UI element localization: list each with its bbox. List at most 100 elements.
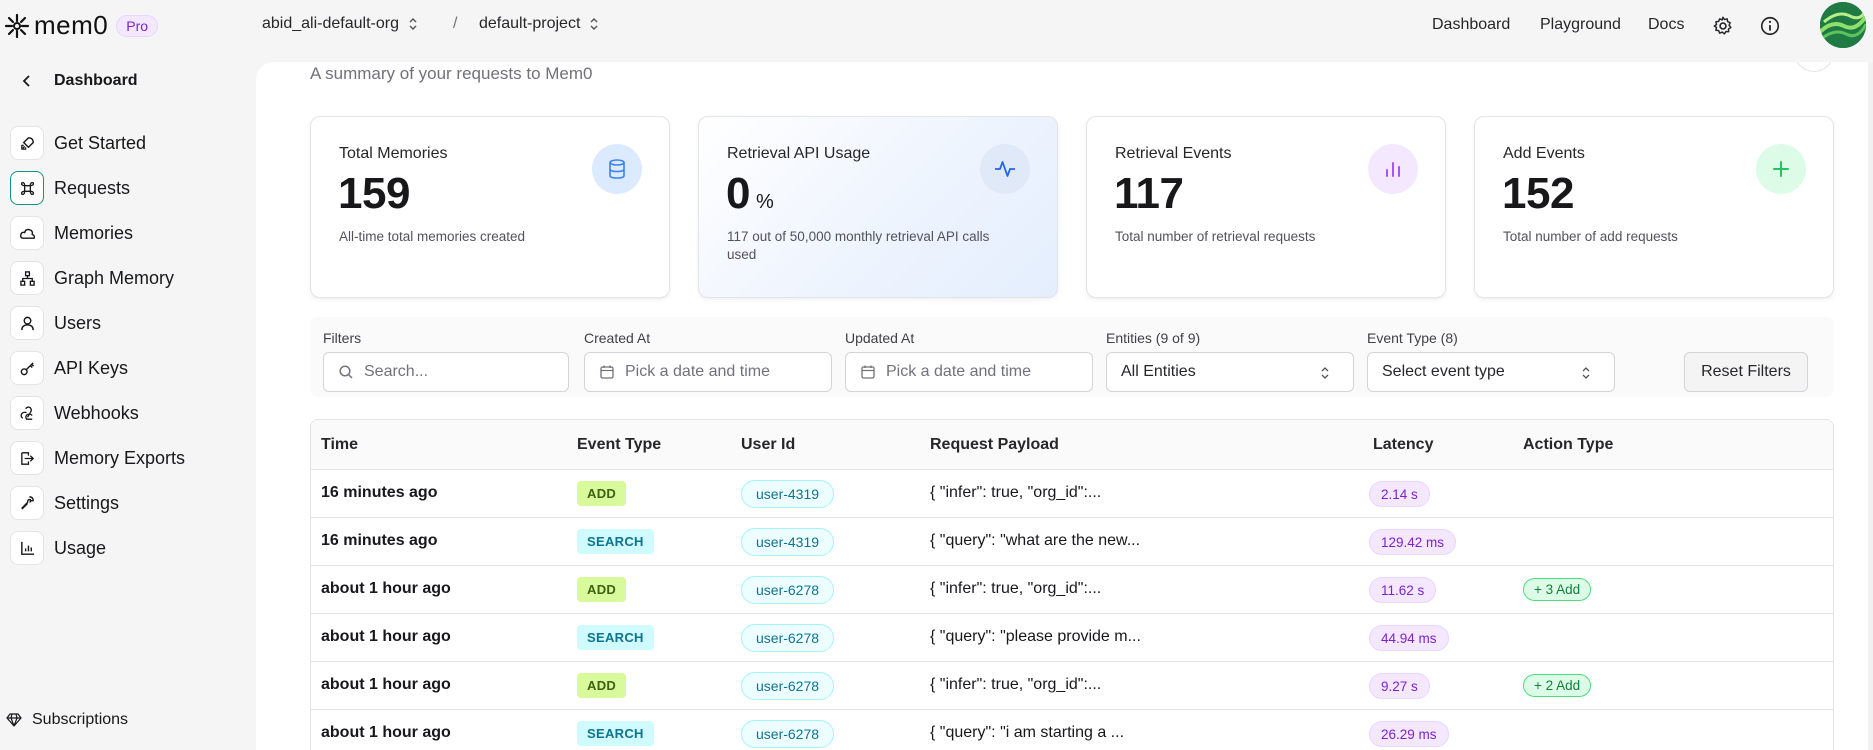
sidebar-item-memory-exports[interactable]: Memory Exports [10,440,250,476]
cell-time: about 1 hour ago [321,676,451,693]
cell-payload: { "infer": true, "org_id":... [930,580,1102,597]
column-header-event-type[interactable]: Event Type [577,436,661,454]
entities-label: Entities (9 of 9) [1106,330,1201,346]
event-type-label: Event Type (8) [1367,330,1458,346]
plus-icon [1756,144,1806,194]
subscriptions-link[interactable]: Subscriptions [6,711,128,729]
nav-link-dashboard[interactable]: Dashboard [1432,16,1510,34]
event-type-badge: SEARCH [577,529,654,554]
cell-payload: { "infer": true, "org_id":... [930,484,1102,501]
created-at-picker[interactable]: Pick a date and time [584,352,832,392]
created-at-placeholder: Pick a date and time [625,363,770,380]
updated-at-picker[interactable]: Pick a date and time [845,352,1093,392]
info-icon[interactable] [1759,15,1781,37]
gear-icon[interactable] [1712,15,1734,37]
entities-value: All Entities [1121,363,1196,380]
event-type-badge: ADD [577,481,627,506]
page-subtitle: A summary of your requests to Mem0 [310,64,593,83]
export-icon [10,441,44,475]
cell-time: about 1 hour ago [321,724,451,741]
updated-at-label: Updated At [845,330,915,346]
card-description: Total number of retrieval requests [1115,229,1316,244]
table-row[interactable]: about 1 hour ago ADD user-6278 { "infer"… [311,566,1833,614]
sidebar-item-requests[interactable]: Requests [10,170,250,206]
sidebar-item-label: API Keys [54,357,129,378]
column-header-action-type[interactable]: Action Type [1523,436,1613,454]
sidebar-item-label: Get Started [54,132,147,153]
brand-logo[interactable]: mem0 Pro [4,10,159,41]
chevron-up-down-icon [1582,367,1590,379]
table-header: Time Event Type User Id Request Payload … [311,420,1833,470]
back-to-dashboard[interactable]: Dashboard [20,72,138,90]
user-id-pill[interactable]: user-4319 [741,528,835,556]
sidebar-item-webhooks[interactable]: Webhooks [10,395,250,431]
sidebar-item-get-started[interactable]: Get Started [10,125,250,161]
cloud-icon [10,216,44,250]
project-switcher[interactable]: default-project [479,15,599,33]
database-icon [592,144,642,194]
cell-payload: { "query": "i am starting a ... [930,724,1125,741]
reset-filters-button[interactable]: Reset Filters [1684,352,1808,392]
entities-select[interactable]: All Entities [1106,352,1354,392]
user-id-pill[interactable]: user-6278 [741,672,835,700]
user-id-pill[interactable]: user-6278 [741,576,835,604]
nav-link-docs[interactable]: Docs [1648,16,1684,34]
sidebar-item-label: Usage [54,537,107,558]
sidebar-item-usage[interactable]: Usage [10,530,250,566]
event-type-select[interactable]: Select event type [1367,352,1615,392]
table-row[interactable]: 16 minutes ago ADD user-4319 { "infer": … [311,470,1833,518]
column-header-latency[interactable]: Latency [1373,436,1433,454]
bar-chart-icon [1368,144,1418,194]
stat-card-add-events: Add Events 152 Total number of add reque… [1474,116,1834,298]
wrench-icon [10,486,44,520]
sidebar-item-settings[interactable]: Settings [10,485,250,521]
column-header-user-id[interactable]: User Id [741,436,795,454]
latency-pill: 44.94 ms [1369,625,1449,651]
sidebar-item-graph-memory[interactable]: Graph Memory [10,260,250,296]
column-header-request-payload[interactable]: Request Payload [930,436,1059,454]
cell-time: 16 minutes ago [321,532,438,549]
calendar-icon [861,365,875,379]
user-avatar[interactable] [1820,2,1866,48]
card-title: Add Events [1503,145,1585,162]
card-description: All-time total memories created [339,229,526,244]
sidebar-item-users[interactable]: Users [10,305,250,341]
user-id-pill[interactable]: user-6278 [741,720,835,748]
filters-label: Filters [323,330,362,346]
plan-badge: Pro [116,14,159,37]
stat-card-retrieval-events: Retrieval Events 117 Total number of ret… [1086,116,1446,298]
breadcrumb-separator: / [453,15,458,32]
sidebar-item-label: Settings [54,492,120,513]
table-row[interactable]: about 1 hour ago ADD user-6278 { "infer"… [311,662,1833,710]
gem-icon [6,713,22,727]
chevron-left-icon [22,75,30,87]
card-title: Retrieval API Usage [727,145,871,162]
cell-time: 16 minutes ago [321,484,438,501]
nav-link-playground[interactable]: Playground [1540,16,1621,34]
page-scrollbar[interactable] [1868,62,1873,750]
sidebar-item-api-keys[interactable]: API Keys [10,350,250,386]
latency-pill: 2.14 s [1369,481,1430,507]
latency-pill: 11.62 s [1369,577,1437,603]
latency-pill: 9.27 s [1369,673,1430,699]
header-action-button[interactable] [1794,62,1834,72]
search-placeholder: Search... [364,363,429,380]
table-row[interactable]: about 1 hour ago SEARCH user-6278 { "que… [311,614,1833,662]
column-header-time[interactable]: Time [321,436,358,454]
search-input[interactable]: Search... [323,352,569,392]
action-type-pill: + 2 Add [1523,674,1592,697]
card-title: Total Memories [339,145,448,162]
user-id-pill[interactable]: user-4319 [741,480,835,508]
table-row[interactable]: 16 minutes ago SEARCH user-4319 { "query… [311,518,1833,566]
card-title: Retrieval Events [1115,145,1232,162]
webhook-icon [10,396,44,430]
table-row[interactable]: about 1 hour ago SEARCH user-6278 { "que… [311,710,1833,750]
cell-payload: { "infer": true, "org_id":... [930,676,1102,693]
sidebar-item-memories[interactable]: Memories [10,215,250,251]
sidebar-item-label: Webhooks [54,402,139,423]
chevron-up-down-icon [590,18,598,30]
user-id-pill[interactable]: user-6278 [741,624,835,652]
user-icon [10,306,44,340]
org-switcher[interactable]: abid_ali-default-org [262,15,418,33]
chevron-up-down-icon [409,18,417,30]
